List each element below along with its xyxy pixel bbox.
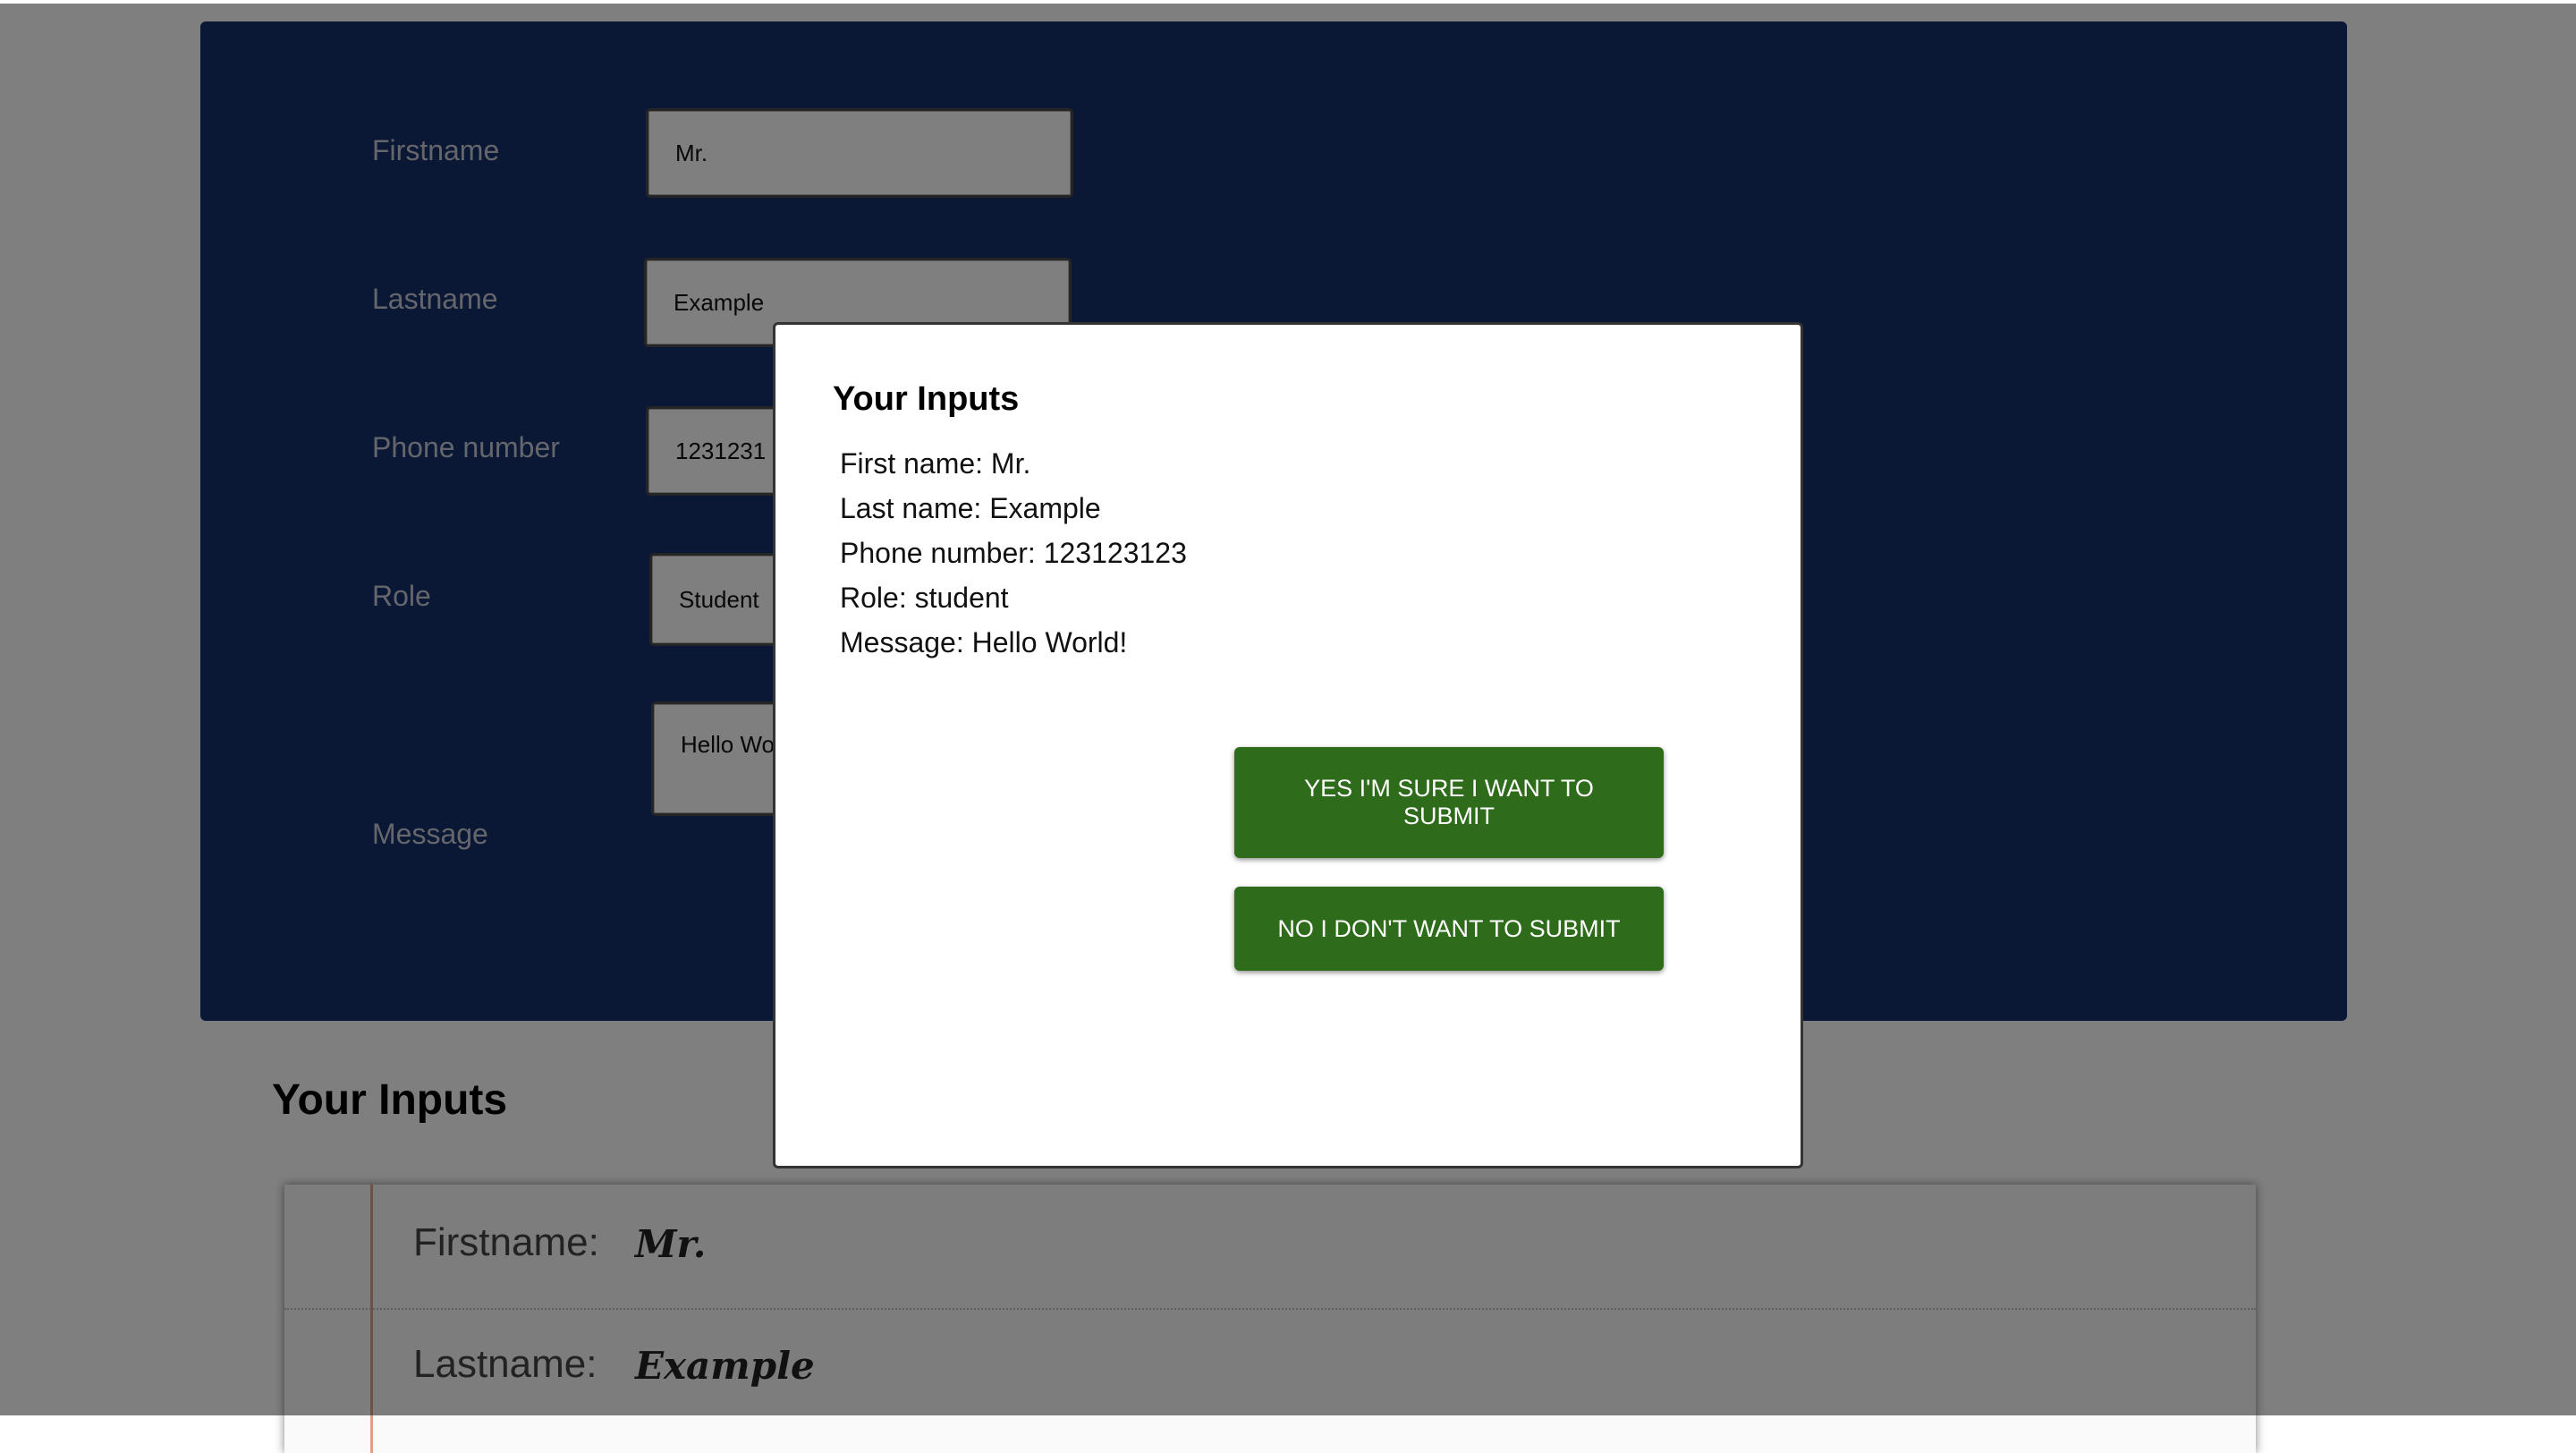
- modal-summary-list: First name: Mr. Last name: Example Phone…: [840, 441, 1187, 665]
- confirmation-modal: Your Inputs First name: Mr. Last name: E…: [773, 322, 1803, 1168]
- modal-title: Your Inputs: [833, 380, 1020, 418]
- summary-message: Message: Hello World!: [840, 626, 1128, 659]
- confirm-submit-button[interactable]: YES I'M SURE I WANT TO SUBMIT: [1234, 747, 1664, 858]
- summary-first-name: First name: Mr.: [840, 447, 1031, 480]
- cancel-submit-button[interactable]: NO I DON'T WANT TO SUBMIT: [1234, 887, 1664, 971]
- summary-phone: Phone number: 123123123: [840, 537, 1187, 569]
- summary-last-name: Last name: Example: [840, 492, 1101, 524]
- summary-role: Role: student: [840, 582, 1009, 614]
